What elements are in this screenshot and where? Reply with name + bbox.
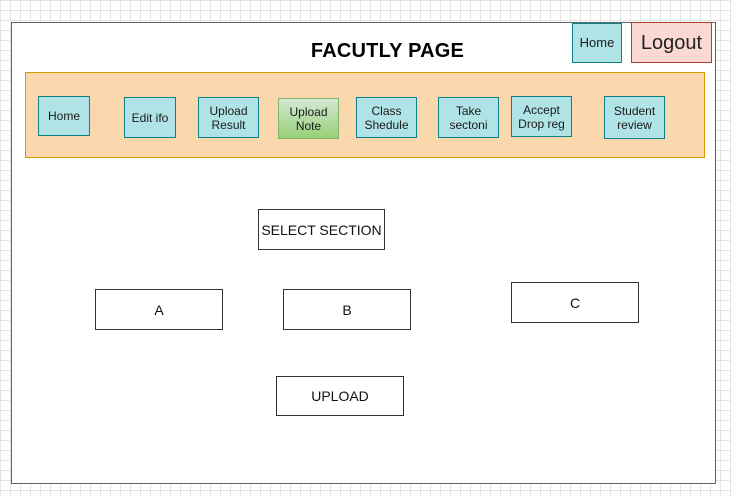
select-section-label: SELECT SECTION [258, 209, 385, 250]
section-b-button[interactable]: B [283, 289, 411, 330]
logout-button[interactable]: Logout [631, 22, 712, 63]
nav-item-upload-result[interactable]: Upload Result [198, 97, 259, 138]
nav-item-take-section[interactable]: Take sectoni [438, 97, 499, 138]
section-a-button[interactable]: A [95, 289, 223, 330]
page-title: FACUTLY PAGE [310, 40, 465, 62]
header-home-button[interactable]: Home [572, 23, 622, 63]
nav-item-class-schedule[interactable]: Class Shedule [356, 97, 417, 138]
section-c-button[interactable]: C [511, 282, 639, 323]
upload-button[interactable]: UPLOAD [276, 376, 404, 416]
nav-item-upload-note[interactable]: Upload Note [278, 98, 339, 139]
nav-item-student-review[interactable]: Student review [604, 96, 665, 139]
nav-item-accept-drop-reg[interactable]: Accept Drop reg [511, 96, 572, 137]
nav-item-home[interactable]: Home [38, 96, 90, 136]
nav-item-edit-info[interactable]: Edit ifo [124, 97, 176, 138]
